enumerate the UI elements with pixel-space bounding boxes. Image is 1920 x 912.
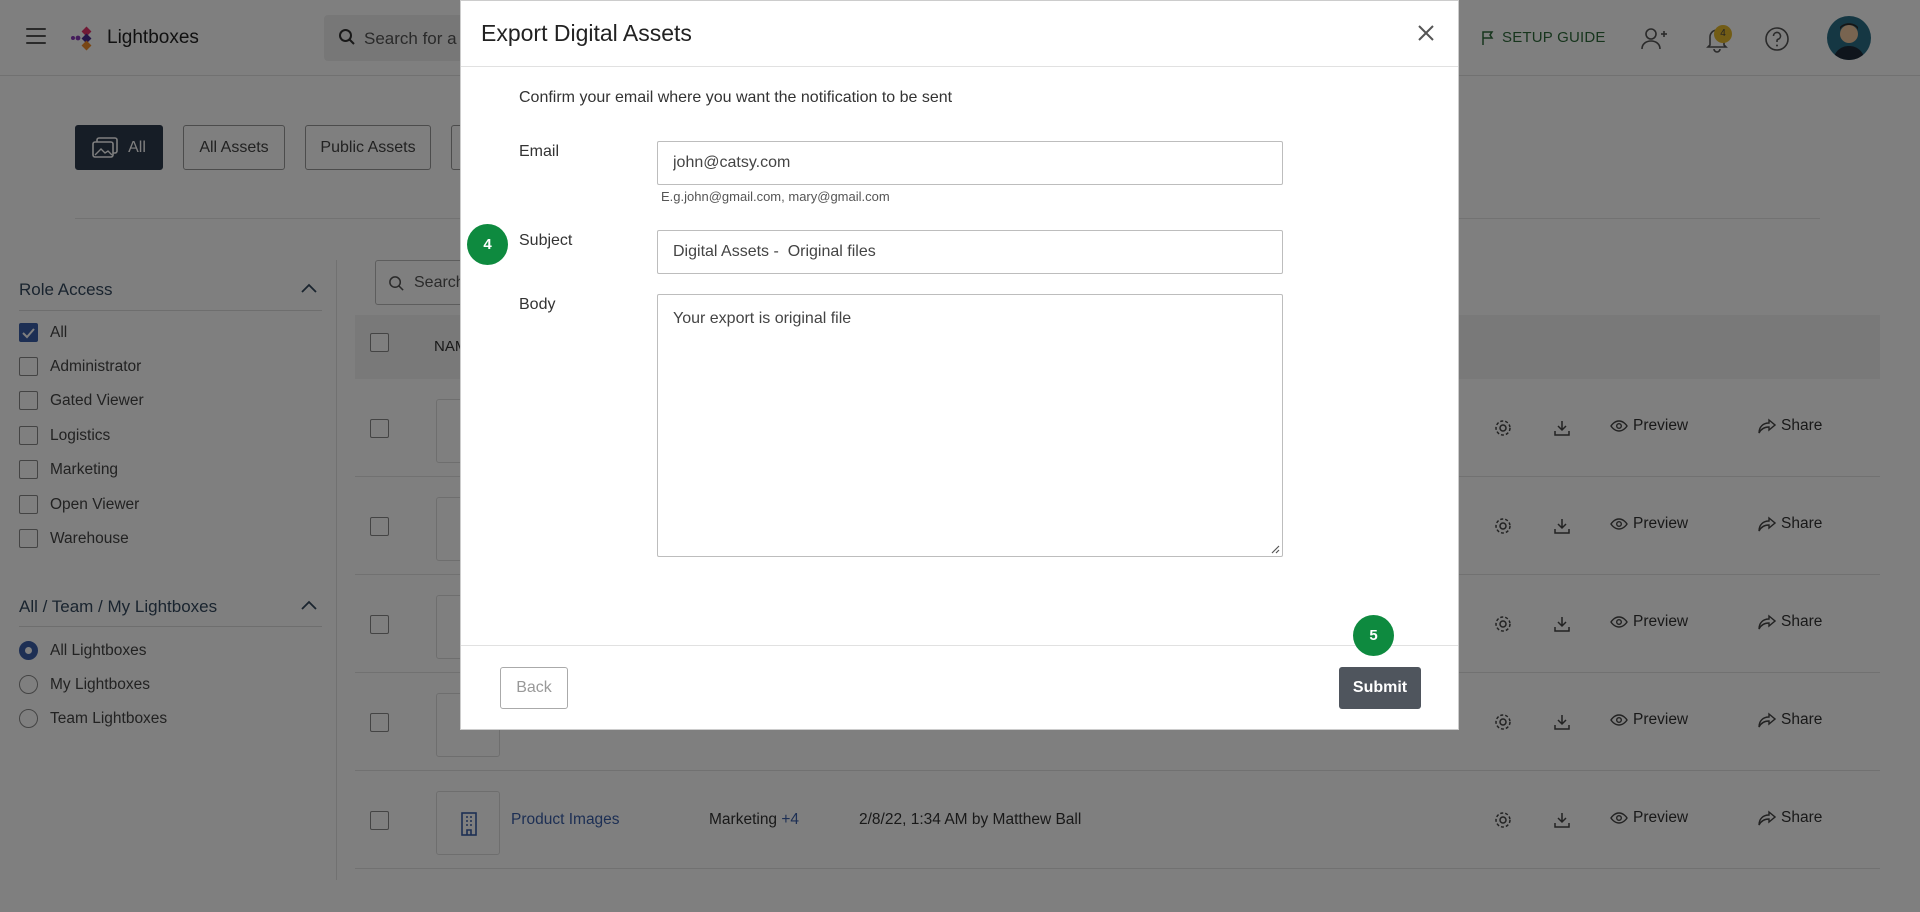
- body-label: Body: [519, 296, 556, 313]
- body-text: Your export is original file: [673, 310, 852, 327]
- export-digital-assets-modal: Export Digital Assets Confirm your email…: [460, 0, 1459, 730]
- divider: [461, 66, 1458, 67]
- step-badge-4: 4: [467, 224, 508, 265]
- email-label: Email: [519, 143, 560, 160]
- resize-handle-icon[interactable]: [1270, 544, 1280, 554]
- divider: [461, 645, 1458, 646]
- subject-label: Subject: [519, 232, 573, 249]
- subject-field[interactable]: [657, 230, 1283, 274]
- email-field[interactable]: [657, 141, 1283, 185]
- confirm-email-text: Confirm your email where you want the no…: [519, 89, 953, 106]
- email-hint: E.g.john@gmail.com, mary@gmail.com: [661, 189, 890, 204]
- close-icon[interactable]: [1416, 23, 1436, 43]
- step-badge-5: 5: [1353, 615, 1394, 656]
- modal-title: Export Digital Assets: [481, 20, 692, 46]
- body-textarea[interactable]: Your export is original file: [657, 294, 1283, 557]
- back-button[interactable]: Back: [500, 667, 568, 709]
- submit-button[interactable]: Submit: [1339, 667, 1421, 709]
